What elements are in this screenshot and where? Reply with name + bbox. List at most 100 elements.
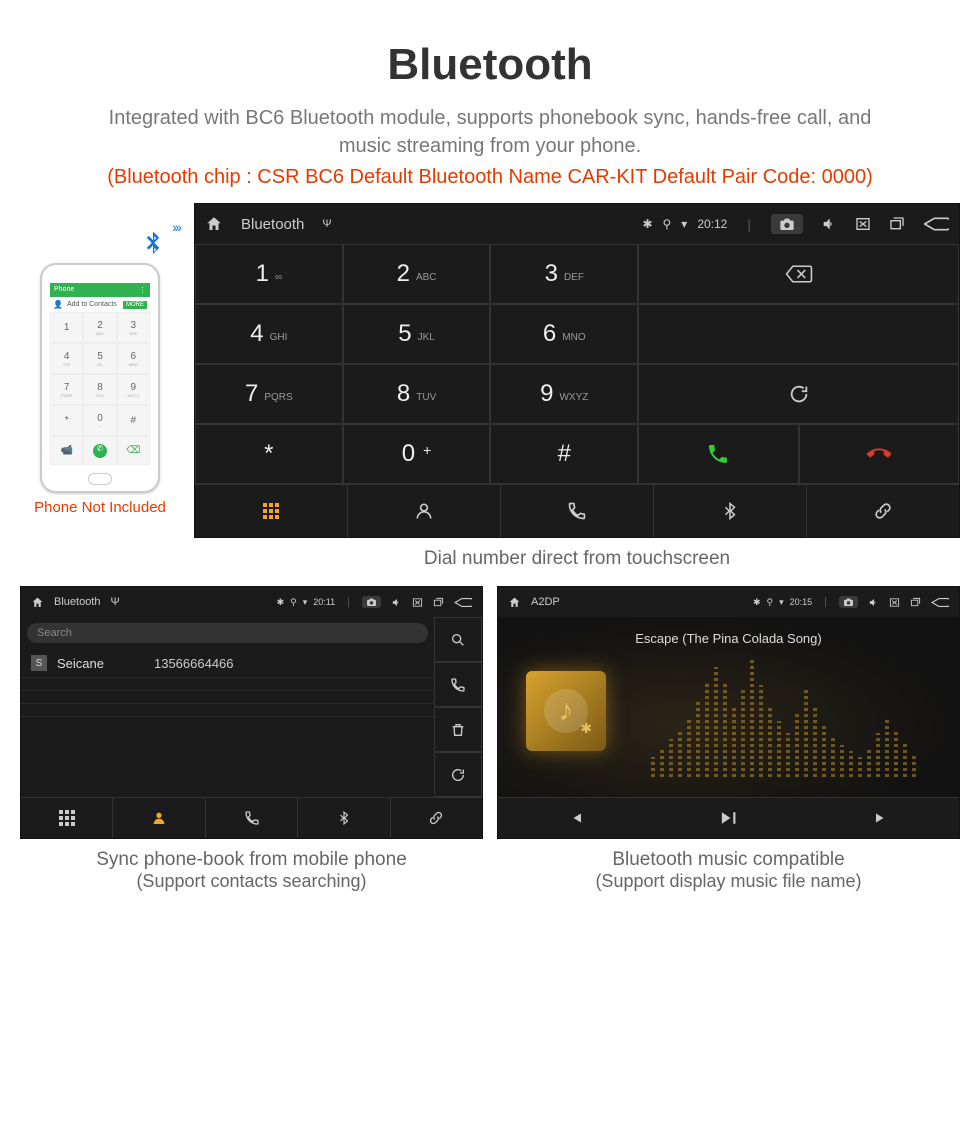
phone-key-#: # (117, 405, 150, 436)
clock: 20:15 (790, 597, 813, 607)
home-icon[interactable] (508, 596, 521, 609)
clock: 20:11 (313, 597, 335, 607)
recents-icon[interactable] (433, 597, 444, 608)
close-icon[interactable] (412, 597, 423, 608)
tab-bt-devices[interactable] (298, 798, 390, 838)
action-refresh[interactable] (434, 752, 482, 797)
phone-key-9: 9WXYZ (117, 374, 150, 405)
tab-bt-devices[interactable] (654, 485, 807, 537)
action-search[interactable] (434, 617, 482, 662)
volume-icon[interactable] (868, 597, 879, 608)
phone-key-4: 4GHI (50, 343, 83, 374)
prev-track-button[interactable] (498, 798, 652, 838)
phone-key-0: 0+ (83, 405, 116, 436)
back-icon[interactable] (923, 216, 949, 232)
usb-icon: Ψ (110, 596, 119, 608)
wifi-status-icon: ▾ (779, 597, 784, 608)
dial-key-3[interactable]: 3 DEF (490, 244, 638, 304)
contact-number: 13566664466 (154, 656, 234, 671)
phone-home-button (88, 473, 112, 485)
bt-status-icon: ✱ (642, 217, 652, 231)
dial-key-8[interactable]: 8 TUV (343, 364, 491, 424)
tab-contacts[interactable] (113, 798, 205, 838)
hangup-button[interactable] (799, 424, 959, 484)
tab-dialpad[interactable] (21, 798, 113, 838)
camera-icon[interactable] (771, 214, 803, 234)
dial-key-7[interactable]: 7 PQRS (195, 364, 343, 424)
close-icon[interactable] (855, 216, 871, 232)
phone-key-8: 8TUV (83, 374, 116, 405)
home-icon[interactable] (31, 596, 44, 609)
phonebook-caption-1: Sync phone-book from mobile phone (96, 849, 407, 870)
dial-key-6[interactable]: 6 MNO (490, 304, 638, 364)
bluetooth-icon (138, 229, 168, 259)
clock: 20:12 (697, 217, 727, 231)
phonebook-caption-2: (Support contacts searching) (20, 871, 483, 892)
call-button[interactable] (638, 424, 798, 484)
phone-add-more: MORE (123, 301, 147, 309)
dialer-caption: Dial number direct from touchscreen (194, 548, 960, 570)
back-icon[interactable] (454, 597, 472, 608)
phone-key-1: 1 (50, 312, 83, 343)
search-input[interactable]: Search (27, 623, 428, 643)
back-icon[interactable] (931, 597, 949, 608)
home-icon[interactable] (205, 215, 223, 233)
camera-icon[interactable] (362, 596, 381, 608)
camera-icon[interactable] (839, 596, 858, 608)
contact-name: Seicane (57, 656, 104, 671)
phone-key-3: 3DEF (117, 312, 150, 343)
contact-badge: S (31, 655, 47, 671)
dial-key-1[interactable]: 1 ∞ (195, 244, 343, 304)
dial-key-4[interactable]: 4 GHI (195, 304, 343, 364)
wifi-status-icon: ▾ (681, 217, 687, 231)
tab-dialpad[interactable] (195, 485, 348, 537)
tab-contacts[interactable] (348, 485, 501, 537)
bt-status-icon: ✱ (277, 597, 285, 608)
action-call[interactable] (434, 662, 482, 707)
redial-button[interactable] (638, 364, 959, 424)
tab-call-log[interactable] (206, 798, 298, 838)
phone-backspace-icon: ⌫ (117, 436, 150, 465)
volume-icon[interactable] (821, 216, 837, 232)
contact-row[interactable]: S Seicane 13566664466 (21, 649, 434, 678)
next-track-button[interactable] (805, 798, 959, 838)
volume-icon[interactable] (391, 597, 402, 608)
dial-key-*[interactable]: * (195, 424, 343, 484)
statusbar-title: Bluetooth (241, 216, 304, 233)
phone-caption: Phone Not Included (20, 499, 180, 516)
phone-key-*: * (50, 405, 83, 436)
gps-status-icon: ⚲ (663, 217, 672, 231)
statusbar: Bluetooth Ψ ✱ ⚲ ▾ 20:12 | (195, 204, 959, 244)
phone-bt-signal-icon: ››› (172, 219, 180, 235)
visualizer (628, 657, 939, 777)
recents-icon[interactable] (889, 216, 905, 232)
blank-cell (638, 304, 959, 364)
recents-icon[interactable] (910, 597, 921, 608)
gps-status-icon: ⚲ (290, 597, 297, 608)
statusbar-title: A2DP (531, 596, 560, 608)
phone-add-label: Add to Contacts (67, 301, 117, 308)
pb-statusbar: Bluetooth Ψ ✱ ⚲ ▾ 20:11 | (21, 587, 482, 617)
album-art: ♪ ✱ (526, 671, 606, 751)
dial-key-5[interactable]: 5 JKL (343, 304, 491, 364)
phone-mockup: ››› Phone ⋮ Add to Contacts MORE 12ABC3D… (20, 203, 180, 570)
page-meta: (Bluetooth chip : CSR BC6 Default Blueto… (20, 166, 960, 189)
dial-key-2[interactable]: 2 ABC (343, 244, 491, 304)
wifi-status-icon: ▾ (303, 597, 308, 608)
empty-row (21, 678, 434, 691)
play-pause-button[interactable] (652, 798, 806, 838)
dial-key-0[interactable]: 0+ (343, 424, 491, 484)
action-delete[interactable] (434, 707, 482, 752)
tab-pair[interactable] (807, 485, 959, 537)
phone-key-2: 2ABC (83, 312, 116, 343)
phone-dial-button: ✆ (83, 436, 116, 465)
backspace-button[interactable] (638, 244, 959, 304)
tab-pair[interactable] (391, 798, 482, 838)
close-icon[interactable] (889, 597, 900, 608)
dial-key-#[interactable]: # (490, 424, 638, 484)
phone-key-6: 6MNO (117, 343, 150, 374)
gps-status-icon: ⚲ (766, 597, 773, 608)
tab-call-log[interactable] (501, 485, 654, 537)
dial-key-9[interactable]: 9 WXYZ (490, 364, 638, 424)
phone-videocall-icon: 📹 (50, 436, 83, 465)
